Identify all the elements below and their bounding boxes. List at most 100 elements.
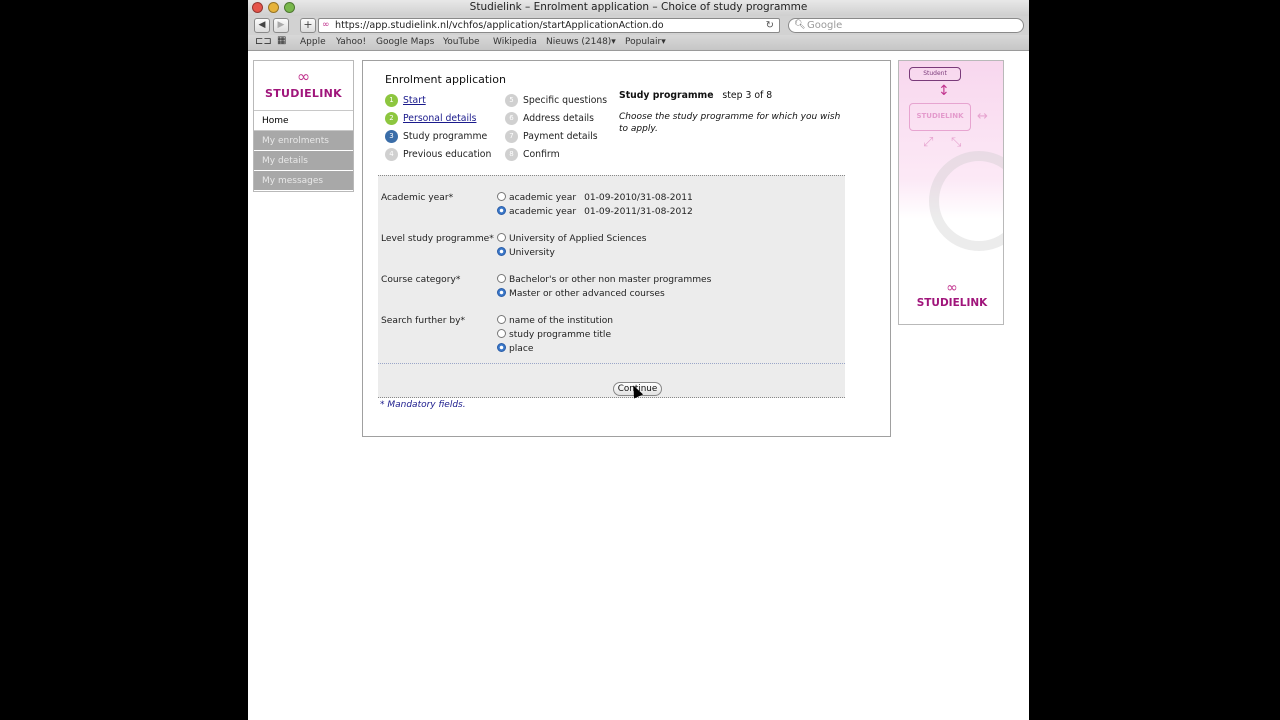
radio-button[interactable] bbox=[497, 274, 506, 283]
radio-button[interactable] bbox=[497, 329, 506, 338]
web-page: ∞ STUDIELINK Home My enrolments My detai… bbox=[248, 52, 1029, 720]
window-title: Studielink – Enrolment application – Cho… bbox=[469, 1, 808, 13]
step-start[interactable]: 1 Start bbox=[385, 94, 426, 107]
step-study-programme: 3 Study programme bbox=[385, 130, 487, 143]
study-programme-form: Academic year* academic year 01-09-2010/3… bbox=[378, 175, 845, 398]
search-option-institution[interactable]: name of the institution bbox=[497, 315, 614, 326]
academic-year-label: Academic year* bbox=[381, 193, 454, 203]
banner-logo: ∞ STUDIELINK bbox=[899, 279, 1003, 309]
step-description: Choose the study programme for which you… bbox=[619, 112, 841, 134]
banner-diagonal-arrow-icon: ⤢ bbox=[923, 135, 934, 150]
option-label: Bachelor's or other non master programme… bbox=[509, 275, 712, 285]
step-confirm: 8 Confirm bbox=[505, 148, 560, 161]
add-bookmark-button[interactable]: + bbox=[300, 18, 316, 33]
step-number: 1 bbox=[385, 94, 398, 107]
option-date: 01-09-2010/31-08-2011 bbox=[584, 193, 693, 203]
bookmark-youtube[interactable]: YouTube bbox=[443, 37, 480, 47]
banner-student-box: Student bbox=[909, 67, 961, 81]
step-counter: step 3 of 8 bbox=[722, 90, 773, 101]
close-window-icon[interactable] bbox=[252, 2, 263, 13]
radio-button-selected[interactable] bbox=[497, 343, 506, 352]
step-start-link[interactable]: Start bbox=[403, 95, 426, 106]
option-label: name of the institution bbox=[509, 316, 614, 326]
option-label: academic year bbox=[509, 193, 577, 203]
level-option-applied-sciences[interactable]: University of Applied Sciences bbox=[497, 233, 647, 244]
option-label: study programme title bbox=[509, 330, 612, 340]
category-option-master[interactable]: Master or other advanced courses bbox=[497, 288, 665, 299]
academic-year-option-2011[interactable]: academic year 01-09-2011/31-08-2012 bbox=[497, 206, 693, 217]
sidebar-item-my-messages[interactable]: My messages bbox=[254, 171, 353, 191]
step-label: Address details bbox=[523, 113, 594, 124]
banner-logo-text: STUDIELINK bbox=[916, 297, 988, 309]
reading-list-icon[interactable]: ⊏⊐ bbox=[255, 36, 272, 47]
back-button[interactable]: ◀ bbox=[254, 18, 270, 33]
bookmark-apple[interactable]: Apple bbox=[300, 37, 326, 47]
radio-button[interactable] bbox=[497, 315, 506, 324]
bookmark-nieuws[interactable]: Nieuws (2148)▾ bbox=[546, 37, 616, 47]
studielink-swirl-icon: ∞ bbox=[946, 280, 958, 296]
search-option-place[interactable]: place bbox=[497, 343, 534, 354]
search-field[interactable]: 🔍︎ Google bbox=[788, 18, 1024, 33]
address-bar[interactable]: ∞ https://app.studielink.nl/vchfos/appli… bbox=[318, 18, 780, 33]
studielink-logo[interactable]: ∞ STUDIELINK bbox=[254, 61, 353, 111]
level-option-university[interactable]: University bbox=[497, 247, 555, 258]
browser-window: Studielink – Enrolment application – Cho… bbox=[248, 0, 1029, 720]
sidebar-item-home[interactable]: Home bbox=[254, 111, 353, 131]
step-number: 3 bbox=[385, 130, 398, 143]
radio-button-selected[interactable] bbox=[497, 247, 506, 256]
mandatory-fields-note: * Mandatory fields. bbox=[380, 400, 466, 410]
banner-circle-graphic bbox=[929, 151, 1003, 251]
bookmark-google-maps[interactable]: Google Maps bbox=[376, 37, 434, 47]
sidebar: ∞ STUDIELINK Home My enrolments My detai… bbox=[253, 60, 354, 192]
step-header-title: Study programme bbox=[619, 90, 714, 101]
step-number: 2 bbox=[385, 112, 398, 125]
banner-diagonal-arrow-icon-2: ⤡ bbox=[951, 135, 962, 150]
bookmark-yahoo[interactable]: Yahoo! bbox=[336, 37, 366, 47]
studielink-banner[interactable]: Student ↕ STUDIELINK ↔ ⤢ ⤡ ∞ STUDIELINK bbox=[898, 60, 1004, 325]
option-label: University of Applied Sciences bbox=[509, 234, 647, 244]
step-personal-details-link[interactable]: Personal details bbox=[403, 113, 476, 124]
forward-button[interactable]: ▶ bbox=[273, 18, 289, 33]
site-favicon-icon: ∞ bbox=[322, 20, 330, 30]
option-label: Master or other advanced courses bbox=[509, 289, 665, 299]
minimize-window-icon[interactable] bbox=[268, 2, 279, 13]
step-number: 7 bbox=[505, 130, 518, 143]
search-placeholder: Google bbox=[807, 20, 843, 31]
option-label: place bbox=[509, 344, 534, 354]
step-label: Previous education bbox=[403, 149, 492, 160]
step-number: 8 bbox=[505, 148, 518, 161]
search-icon: 🔍︎ bbox=[794, 20, 806, 30]
level-study-programme-label: Level study programme* bbox=[381, 234, 494, 244]
banner-horizontal-arrow-icon: ↔ bbox=[977, 109, 988, 124]
reload-icon[interactable]: ↻ bbox=[766, 19, 774, 32]
page-title: Enrolment application bbox=[385, 73, 506, 86]
logo-text: STUDIELINK bbox=[265, 87, 342, 100]
radio-button[interactable] bbox=[497, 192, 506, 201]
top-sites-icon[interactable]: ▦ bbox=[277, 35, 286, 46]
banner-vertical-arrow-icon: ↕ bbox=[938, 83, 950, 99]
radio-button[interactable] bbox=[497, 233, 506, 242]
step-label: Study programme bbox=[403, 131, 488, 142]
search-option-programme-title[interactable]: study programme title bbox=[497, 329, 612, 340]
academic-year-option-2010[interactable]: academic year 01-09-2010/31-08-2011 bbox=[497, 192, 693, 203]
browser-toolbar: ◀ ▶ + ∞ https://app.studielink.nl/vchfos… bbox=[248, 16, 1029, 35]
url-text: https://app.studielink.nl/vchfos/applica… bbox=[335, 20, 664, 31]
course-category-label: Course category* bbox=[381, 275, 461, 285]
step-payment-details: 7 Payment details bbox=[505, 130, 598, 143]
category-option-bachelor[interactable]: Bachelor's or other non master programme… bbox=[497, 274, 712, 285]
step-personal-details[interactable]: 2 Personal details bbox=[385, 112, 476, 125]
studielink-swirl-icon: ∞ bbox=[296, 67, 311, 86]
sidebar-item-my-enrolments[interactable]: My enrolments bbox=[254, 131, 353, 151]
step-label: Specific questions bbox=[523, 95, 608, 106]
radio-button-selected[interactable] bbox=[497, 206, 506, 215]
zoom-window-icon[interactable] bbox=[284, 2, 295, 13]
step-label: Confirm bbox=[523, 149, 560, 160]
option-date: 01-09-2011/31-08-2012 bbox=[584, 207, 693, 217]
radio-button-selected[interactable] bbox=[497, 288, 506, 297]
form-divider bbox=[378, 363, 845, 364]
bookmark-wikipedia[interactable]: Wikipedia bbox=[493, 37, 537, 47]
bookmark-populair[interactable]: Populair▾ bbox=[625, 37, 666, 47]
sidebar-item-my-details[interactable]: My details bbox=[254, 151, 353, 171]
option-label: University bbox=[509, 248, 555, 258]
plus-icon: + bbox=[303, 18, 313, 31]
